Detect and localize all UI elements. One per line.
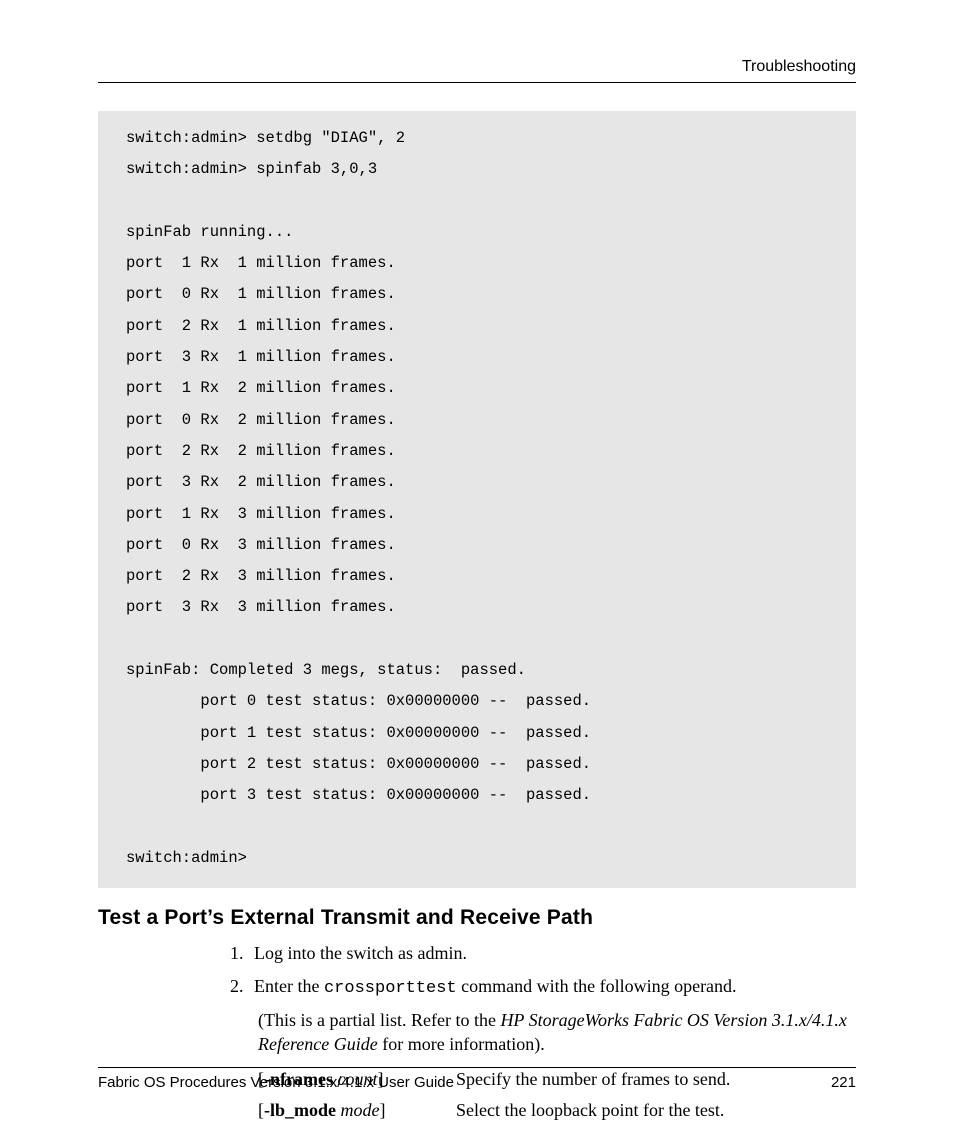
- step-1: Log into the switch as admin.: [248, 940, 856, 967]
- note-text-b: for more information).: [378, 1034, 545, 1054]
- step-2-text-a: Enter the: [254, 976, 324, 996]
- code-block: switch:admin> setdbg "DIAG", 2 switch:ad…: [98, 111, 856, 888]
- step-2: Enter the crossporttest command with the…: [248, 973, 856, 1002]
- footer-rule: [98, 1067, 856, 1068]
- step-2-command: crossporttest: [324, 979, 457, 998]
- section-heading: Test a Port’s External Transmit and Rece…: [98, 906, 856, 930]
- option-row-lbmode: [-lb_mode mode] Select the loopback poin…: [258, 1100, 856, 1121]
- bracket-close: ]: [380, 1100, 386, 1120]
- option-desc: Select the loopback point for the test.: [456, 1100, 856, 1121]
- note-text-a: (This is a partial list. Refer to the: [258, 1010, 500, 1030]
- option-name: [-lb_mode mode]: [258, 1100, 456, 1121]
- step-2-text-b: command with the following operand.: [457, 976, 737, 996]
- header-rule: [98, 82, 856, 83]
- page-header-section: Troubleshooting: [98, 58, 856, 82]
- option-arg: mode: [341, 1100, 380, 1120]
- note-paragraph: (This is a partial list. Refer to the HP…: [258, 1008, 856, 1058]
- footer-left: Fabric OS Procedures Version 3.1.x/4.1.x…: [98, 1074, 454, 1091]
- footer-page-number: 221: [831, 1074, 856, 1091]
- steps-list: Log into the switch as admin. Enter the …: [248, 940, 856, 1002]
- page-footer: Fabric OS Procedures Version 3.1.x/4.1.x…: [98, 1067, 856, 1091]
- option-flag: -lb_mode: [264, 1100, 336, 1120]
